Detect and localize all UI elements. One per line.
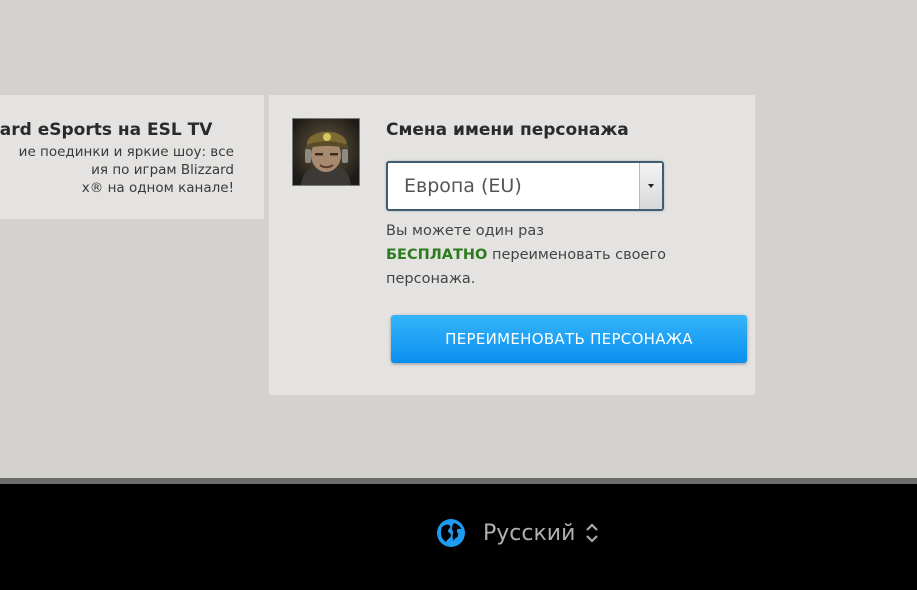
region-select[interactable]: Европа (EU) [386,161,664,211]
free-badge-text: БЕСПЛАТНО [386,247,488,263]
globe-icon [437,519,465,547]
triangle-down-icon [648,184,654,188]
footer: Русский [0,484,917,590]
language-label: Русский [483,520,576,546]
character-portrait-image [293,119,359,185]
chevron-updown-icon [586,523,599,543]
language-selector[interactable]: Русский [436,517,599,549]
promo-line: ия по играм Blizzard [91,162,234,178]
rename-info-prefix: Вы можете один раз [386,223,544,239]
character-portrait [292,118,360,186]
rename-info: Вы можете один раз БЕСПЛАТНО переименова… [386,219,666,291]
region-selected-value: Европа (EU) [404,175,522,197]
promo-line: x® на одном канале! [81,180,234,196]
esports-promo-card[interactable]: zzard eSports на ESL TV ие поединки и яр… [0,95,264,219]
dropdown-arrow-icon[interactable] [639,163,662,209]
rename-character-button[interactable]: ПЕРЕИМЕНОВАТЬ ПЕРСОНАЖА [391,315,747,363]
rename-title: Смена имени персонажа [386,120,629,140]
character-rename-card: Смена имени персонажа Европа (EU) Вы мож… [269,95,755,395]
promo-line: ие поединки и яркие шоу: все [18,144,234,160]
promo-title: zzard eSports на ESL TV [0,120,213,140]
promo-description: ие поединки и яркие шоу: все ия по играм… [0,143,264,197]
